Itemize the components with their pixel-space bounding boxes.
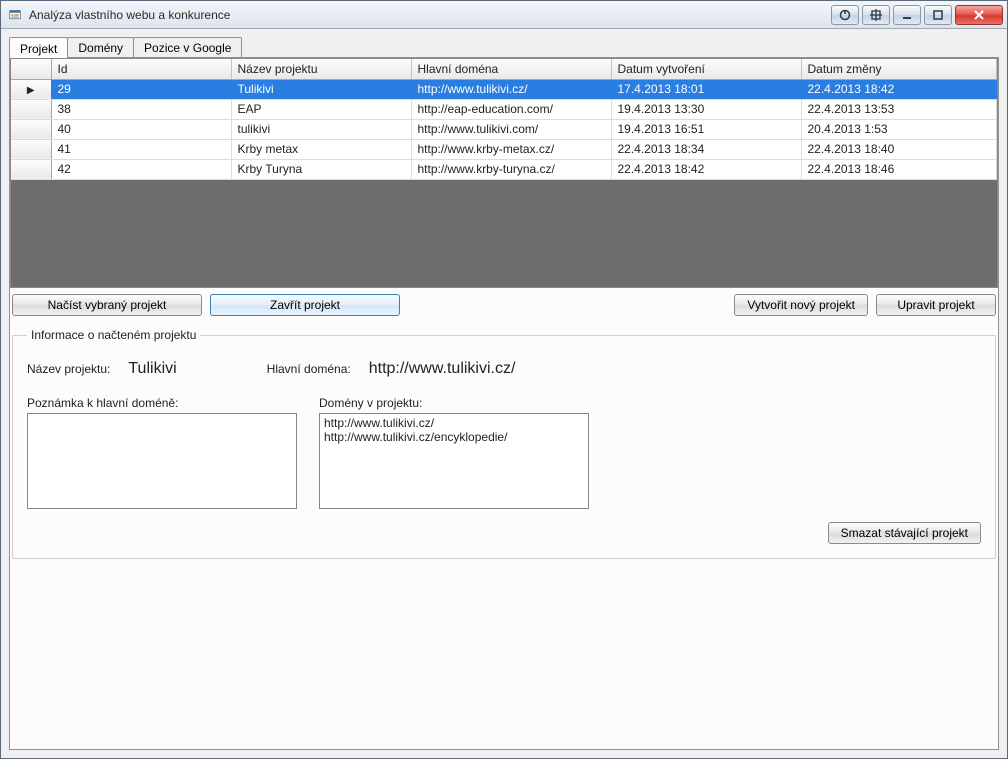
info-domains-listbox[interactable]: http://www.tulikivi.cz/http://www.tuliki… xyxy=(319,413,589,509)
cell-changed[interactable]: 22.4.2013 18:46 xyxy=(801,159,997,179)
tab-strip: Projekt Domény Pozice v Google xyxy=(9,35,999,57)
tab-panel-projekt: Id Název projektu Hlavní doména Datum vy… xyxy=(9,57,999,750)
cell-id[interactable]: 40 xyxy=(51,119,231,139)
new-project-button[interactable]: Vytvořit nový projekt xyxy=(734,294,868,316)
cell-changed[interactable]: 20.4.2013 1:53 xyxy=(801,119,997,139)
project-buttons-row: Načíst vybraný projekt Zavřít projekt Vy… xyxy=(10,294,998,322)
cell-name[interactable]: Krby Turyna xyxy=(231,159,411,179)
tab-domeny[interactable]: Domény xyxy=(67,37,134,57)
cell-name[interactable]: EAP xyxy=(231,99,411,119)
cell-domain[interactable]: http://www.tulikivi.cz/ xyxy=(411,79,611,99)
tab-projekt[interactable]: Projekt xyxy=(9,37,68,58)
close-project-button[interactable]: Zavřít projekt xyxy=(210,294,400,316)
row-header[interactable] xyxy=(11,159,51,179)
project-info-group: Informace o načteném projektu Název proj… xyxy=(12,328,996,559)
table-row[interactable]: 42Krby Turynahttp://www.krby-turyna.cz/2… xyxy=(11,159,997,179)
titlebar-extra-button-2[interactable] xyxy=(862,5,890,25)
window-title: Analýza vlastního webu a konkurence xyxy=(29,8,230,22)
app-window: Analýza vlastního webu a konkurence Proj… xyxy=(0,0,1008,759)
row-header[interactable] xyxy=(11,139,51,159)
client-area: Projekt Domény Pozice v Google Id Náze xyxy=(1,29,1007,758)
list-item[interactable]: http://www.tulikivi.cz/encyklopedie/ xyxy=(324,430,584,444)
grid-col-id[interactable]: Id xyxy=(51,59,231,79)
load-project-button[interactable]: Načíst vybraný projekt xyxy=(12,294,202,316)
current-row-arrow-icon: ▶ xyxy=(27,85,35,96)
info-name-label: Název projektu: xyxy=(27,362,110,376)
title-bar: Analýza vlastního webu a konkurence xyxy=(1,1,1007,29)
table-row[interactable]: 41Krby metaxhttp://www.krby-metax.cz/22.… xyxy=(11,139,997,159)
cell-created[interactable]: 22.4.2013 18:34 xyxy=(611,139,801,159)
list-item[interactable]: http://www.tulikivi.cz/ xyxy=(324,416,584,430)
info-note-label: Poznámka k hlavní doméně: xyxy=(27,396,297,410)
project-info-title: Informace o načteném projektu xyxy=(27,328,200,342)
cell-changed[interactable]: 22.4.2013 18:40 xyxy=(801,139,997,159)
table-row[interactable]: 40tulikivihttp://www.tulikivi.com/19.4.2… xyxy=(11,119,997,139)
edit-project-button[interactable]: Upravit projekt xyxy=(876,294,996,316)
grid-col-name[interactable]: Název projektu xyxy=(231,59,411,79)
grid-col-domain[interactable]: Hlavní doména xyxy=(411,59,611,79)
app-icon xyxy=(7,7,23,23)
cell-name[interactable]: Tulikivi xyxy=(231,79,411,99)
table-row[interactable]: ▶ 29Tulikivihttp://www.tulikivi.cz/17.4.2… xyxy=(11,79,997,99)
grid-corner[interactable] xyxy=(11,59,51,79)
cell-domain[interactable]: http://www.tulikivi.com/ xyxy=(411,119,611,139)
projects-grid[interactable]: Id Název projektu Hlavní doména Datum vy… xyxy=(10,58,998,288)
info-note-textarea[interactable] xyxy=(27,413,297,509)
row-header[interactable] xyxy=(11,99,51,119)
cell-domain[interactable]: http://eap-education.com/ xyxy=(411,99,611,119)
cell-name[interactable]: tulikivi xyxy=(231,119,411,139)
cell-domain[interactable]: http://www.krby-metax.cz/ xyxy=(411,139,611,159)
cell-created[interactable]: 19.4.2013 16:51 xyxy=(611,119,801,139)
cell-changed[interactable]: 22.4.2013 13:53 xyxy=(801,99,997,119)
row-header[interactable]: ▶ xyxy=(11,79,51,99)
cell-created[interactable]: 22.4.2013 18:42 xyxy=(611,159,801,179)
cell-created[interactable]: 19.4.2013 13:30 xyxy=(611,99,801,119)
window-title-extra xyxy=(236,8,239,22)
cell-domain[interactable]: http://www.krby-turyna.cz/ xyxy=(411,159,611,179)
table-row[interactable]: 38EAPhttp://eap-education.com/19.4.2013 … xyxy=(11,99,997,119)
cell-changed[interactable]: 22.4.2013 18:42 xyxy=(801,79,997,99)
cell-id[interactable]: 42 xyxy=(51,159,231,179)
info-domain-label: Hlavní doména: xyxy=(267,362,351,376)
cell-id[interactable]: 38 xyxy=(51,99,231,119)
info-name-value: Tulikivi xyxy=(128,360,176,378)
minimize-button[interactable] xyxy=(893,5,921,25)
cell-name[interactable]: Krby metax xyxy=(231,139,411,159)
cell-id[interactable]: 41 xyxy=(51,139,231,159)
grid-col-changed[interactable]: Datum změny xyxy=(801,59,997,79)
titlebar-extra-button-1[interactable] xyxy=(831,5,859,25)
grid-col-created[interactable]: Datum vytvoření xyxy=(611,59,801,79)
maximize-button[interactable] xyxy=(924,5,952,25)
cell-id[interactable]: 29 xyxy=(51,79,231,99)
cell-created[interactable]: 17.4.2013 18:01 xyxy=(611,79,801,99)
info-domains-label: Domény v projektu: xyxy=(319,396,589,410)
delete-project-button[interactable]: Smazat stávající projekt xyxy=(828,522,981,544)
row-header[interactable] xyxy=(11,119,51,139)
info-domain-value: http://www.tulikivi.cz/ xyxy=(369,360,516,378)
tab-pozice[interactable]: Pozice v Google xyxy=(133,37,242,57)
close-button[interactable] xyxy=(955,5,1003,25)
